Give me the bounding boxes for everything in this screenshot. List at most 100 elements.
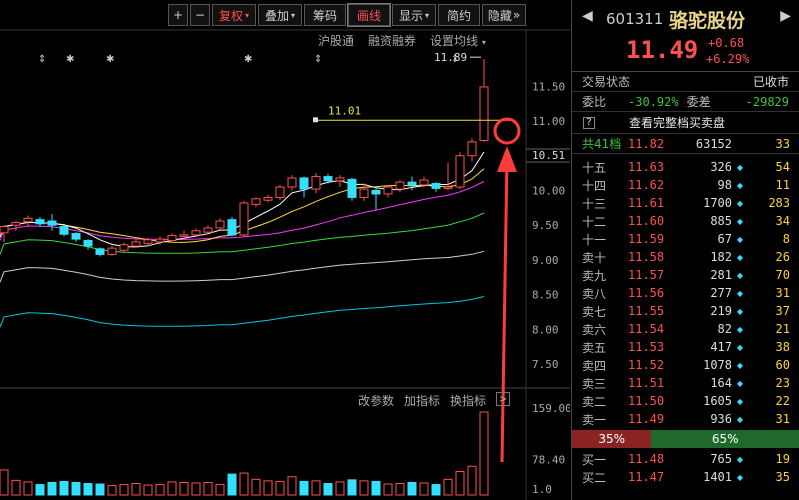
volume-bar [371, 480, 381, 496]
diejia-dropdown[interactable]: 叠加 ▾ [258, 4, 302, 26]
hgt-link[interactable]: 沪股通 [318, 32, 354, 49]
volume-bar [275, 480, 285, 496]
event-marker-icon[interactable]: ✱ [244, 54, 252, 65]
candle-body [167, 235, 177, 241]
volume-bar [431, 484, 441, 496]
ask-row[interactable]: 卖八 11.56 277 ◆ 31 [572, 284, 799, 302]
prev-stock-icon[interactable]: ◀ [582, 8, 593, 24]
stock-header: ◀ 601311 骆驼股份 ▶ 11.49 +0.68 +6.29% [572, 0, 799, 72]
ask-count: 26 [775, 250, 790, 264]
volume-bar [467, 465, 477, 496]
ask-volume: 98 [717, 178, 732, 192]
kline-chart-svg[interactable]: 11.50 11.00 10.51 10.00 9.50 9.00 8.50 8.00 7.50… [0, 0, 570, 500]
kline-chart-area[interactable]: 11.50 11.00 10.51 10.00 9.50 9.00 8.50 8.00 7.50… [0, 0, 570, 500]
candle-body [287, 177, 297, 188]
candle-body [11, 221, 21, 226]
ask-row[interactable]: 卖五 11.53 417 ◆ 38 [572, 338, 799, 356]
candle-body [395, 181, 405, 190]
volume-bar [0, 469, 9, 496]
xianshi-label: 显示 [398, 8, 423, 23]
all-levels-label: 共41档 [582, 137, 622, 151]
quote-panel: ◀ 601311 骆驼股份 ▶ 11.49 +0.68 +6.29% 交易状态 … [571, 0, 799, 500]
help-icon[interactable]: ? [583, 116, 595, 129]
switch-indicator-button[interactable]: 换指标 [450, 392, 486, 409]
event-marker-icon[interactable]: ✱ [106, 54, 114, 65]
ask-row[interactable]: 卖三 11.51 164 ◆ 23 [572, 374, 799, 392]
indicator-bar: 改参数 加指标 换指标 > [358, 392, 511, 409]
candle-body [155, 238, 165, 243]
ask-row[interactable]: 十四 11.62 98 ◆ 11 [572, 176, 799, 194]
ask-count: 283 [768, 196, 790, 210]
candle-body [431, 183, 441, 189]
chouma-button[interactable]: 筹码 [304, 4, 346, 26]
all-levels-row[interactable]: 共41档 11.82 63152 33 [572, 134, 799, 154]
volume-bar [419, 482, 429, 496]
event-marker-icon[interactable]: ✱ [66, 54, 74, 65]
event-marker-icon[interactable]: ⇕ [314, 54, 322, 65]
ask-row[interactable]: 卖四 11.52 1078 ◆ 60 [572, 356, 799, 374]
ask-row[interactable]: 十五 11.63 326 ◆ 54 [572, 158, 799, 176]
candle-body [359, 188, 369, 198]
zoom-out-button[interactable]: − [190, 4, 210, 26]
price-axis-label: 7.50 [532, 358, 559, 371]
diamond-icon: ◆ [736, 414, 744, 424]
ma-settings-link[interactable]: 设置均线 ▾ [430, 32, 486, 49]
jianyue-button[interactable]: 简约 [438, 4, 480, 26]
rzrq-link[interactable]: 融资融券 [368, 32, 416, 49]
ask-row[interactable]: 十一 11.59 67 ◆ 8 [572, 230, 799, 248]
event-marker-icon[interactable]: ⇕ [38, 54, 46, 65]
ask-row[interactable]: 卖一 11.49 936 ◆ 31 [572, 410, 799, 428]
ask-count: 70 [775, 268, 790, 282]
ask-count: 34 [775, 214, 790, 228]
volume-bar [143, 484, 153, 496]
event-marker-icon[interactable]: ⇕ [451, 54, 459, 65]
weicha-value: -29829 [745, 94, 789, 109]
candle-body [95, 248, 105, 255]
highlight-circle [493, 117, 521, 145]
ask-price: 11.60 [628, 214, 665, 228]
change-params-button[interactable]: 改参数 [358, 392, 394, 409]
bid-count: 19 [775, 452, 790, 466]
candle-body [59, 226, 69, 235]
add-indicator-button[interactable]: 加指标 [404, 392, 440, 409]
annotation-arrow-head [497, 146, 517, 172]
weibi-value: -30.92% [628, 94, 679, 109]
ask-row[interactable]: 卖七 11.55 219 ◆ 37 [572, 302, 799, 320]
volume-bar [131, 483, 141, 496]
price-axis-label: 11.50 [532, 80, 565, 93]
volume-bar [455, 471, 465, 496]
bid-list: 买一 11.48 765 ◆ 19 买二 11.47 1401 ◆ 35 [572, 450, 799, 486]
ask-row[interactable]: 十三 11.61 1700 ◆ 283 [572, 194, 799, 212]
diamond-icon: ◆ [736, 180, 744, 190]
ask-price: 11.49 [628, 412, 665, 426]
ask-row[interactable]: 卖十 11.58 182 ◆ 26 [572, 248, 799, 266]
xianshi-dropdown[interactable]: 显示 ▾ [392, 4, 436, 26]
line-handle[interactable] [313, 117, 318, 123]
ask-level-label: 十一 [582, 232, 607, 247]
ask-row[interactable]: 卖二 11.50 1605 ◆ 22 [572, 392, 799, 410]
candle-body [479, 86, 489, 141]
candle-body [419, 179, 429, 186]
ask-volume: 1605 [703, 394, 732, 408]
candle-body [311, 176, 321, 190]
ask-row[interactable]: 十二 11.60 885 ◆ 34 [572, 212, 799, 230]
fuquan-dropdown[interactable]: 复权 ▾ [212, 4, 256, 26]
bid-row[interactable]: 买二 11.47 1401 ◆ 35 [572, 468, 799, 486]
indicator-expand-button[interactable]: > [496, 392, 511, 406]
ask-volume: 164 [710, 376, 732, 390]
yincang-button[interactable]: 隐藏 » [482, 4, 526, 26]
ask-row[interactable]: 卖九 11.57 281 ◆ 70 [572, 266, 799, 284]
ask-row[interactable]: 卖六 11.54 82 ◆ 21 [572, 320, 799, 338]
ask-volume: 885 [710, 214, 732, 228]
bid-row[interactable]: 买一 11.48 765 ◆ 19 [572, 450, 799, 468]
ask-count: 31 [775, 412, 790, 426]
candle-body [323, 176, 333, 182]
volume-bar [263, 480, 273, 496]
next-stock-icon[interactable]: ▶ [780, 8, 791, 24]
huaxian-button[interactable]: 画线 [347, 3, 391, 27]
full-book-button[interactable]: ? 查看完整档买卖盘 [572, 112, 799, 134]
zoom-in-button[interactable]: + [168, 4, 188, 26]
candle-body [467, 141, 477, 157]
full-book-label: 查看完整档买卖盘 [629, 116, 726, 130]
volume-bar [347, 479, 357, 496]
